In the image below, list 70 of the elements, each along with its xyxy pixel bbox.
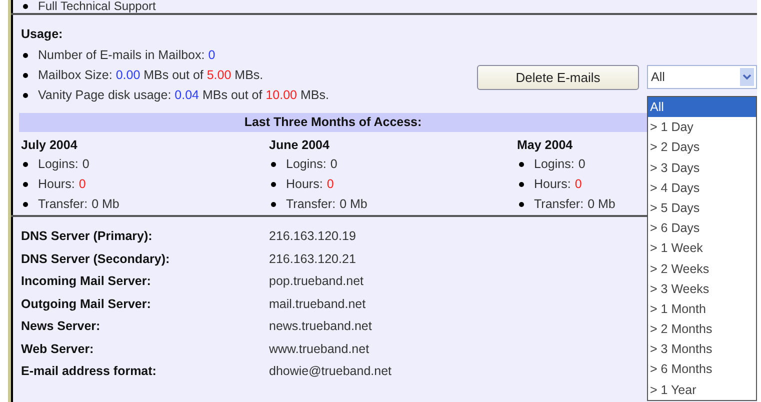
stat-value: 0 Mb [340, 197, 368, 211]
field-label: Incoming Mail Server: [21, 274, 152, 288]
period-dropdown[interactable]: All [647, 65, 757, 89]
usage-item: Mailbox Size: 0.00 MBs out of 5.00 MBs. [38, 68, 264, 82]
stat-value: 0 Mb [588, 197, 616, 211]
bullet-icon [23, 4, 28, 8]
dropdown-option[interactable]: > 1 Week [648, 238, 756, 258]
stat-label: Transfer: [286, 197, 336, 211]
bullet-icon [23, 182, 28, 186]
usage-item: Number of E-mails in Mailbox: 0 [38, 48, 216, 62]
field-label: Web Server: [21, 342, 95, 356]
bullet-icon [271, 182, 276, 186]
stat-label: Hours: [38, 177, 75, 191]
stat-label: Transfer: [38, 197, 88, 211]
stat-label: Logins: [534, 157, 574, 171]
field-label: News Server: [21, 319, 102, 334]
dropdown-option[interactable]: > 2 Weeks [648, 258, 756, 279]
field-value: dhowie@trueband.net [269, 364, 392, 378]
field-value: www.trueband.net [269, 342, 370, 356]
stat-value: 0 [330, 157, 338, 171]
stat-label: Transfer: [534, 197, 584, 211]
stat-value: 0 Mb [92, 197, 120, 211]
dropdown-option[interactable]: > 2 Months [648, 319, 756, 340]
field-label: E-mail address format: [21, 364, 158, 378]
field-label: DNS Server (Primary): [21, 229, 154, 244]
stat-value: 0 [78, 177, 86, 191]
dropdown-option[interactable]: > 6 Days [648, 218, 756, 238]
month-title: July 2004 [21, 137, 78, 154]
dropdown-option[interactable]: > 5 Days [648, 198, 756, 218]
stat-label: Logins: [38, 157, 78, 171]
dropdown-option[interactable]: > 1 Month [648, 298, 756, 320]
section-title: Usage: [21, 27, 64, 41]
dropdown-option[interactable]: > 3 Days [648, 158, 756, 178]
stat-value: 0 [578, 157, 586, 171]
field-label: Outgoing Mail Server: [21, 296, 152, 311]
dropdown-option[interactable]: All [648, 97, 756, 118]
field-value: mail.trueband.net [269, 296, 366, 311]
bullet-icon [519, 182, 524, 186]
field-value: news.trueband.net [269, 319, 372, 334]
stat-label: Hours: [534, 177, 571, 191]
bullet-icon [23, 52, 28, 58]
month-title: May 2004 [517, 137, 573, 154]
field-value: 216.163.120.19 [269, 229, 356, 244]
field-value: pop.trueband.net [269, 274, 364, 288]
dropdown-option[interactable]: > 3 Months [648, 339, 756, 360]
bullet-icon [23, 72, 28, 78]
stat-value: 0 [326, 177, 334, 191]
field-value: 216.163.120.21 [269, 252, 356, 266]
usage-item: Vanity Page disk usage: 0.04 MBs out of 10.00 MBs. [38, 88, 329, 102]
dropdown-option[interactable]: > 3 Weeks [648, 278, 756, 299]
bullet-icon [519, 162, 524, 166]
month-title: June 2004 [269, 137, 330, 154]
stat-label: Hours: [286, 177, 323, 191]
stat-value: 0 [82, 157, 90, 171]
bullet-icon [23, 162, 28, 166]
bullet-icon [519, 202, 524, 206]
stat-value: 0 [574, 177, 582, 191]
stat-label: Logins: [286, 157, 326, 171]
dropdown-option[interactable]: > 2 Days [648, 137, 756, 158]
list-item: Full Technical Support [38, 0, 156, 12]
bullet-icon [271, 162, 276, 166]
dropdown-option[interactable]: > 6 Months [648, 359, 756, 380]
delete-button[interactable]: Delete E-mails [477, 65, 639, 90]
dropdown-option[interactable]: > 4 Days [648, 178, 756, 198]
bullet-icon [271, 202, 276, 206]
field-label: DNS Server (Secondary): [21, 252, 171, 266]
bullet-icon [23, 202, 28, 206]
bullet-icon [23, 92, 28, 98]
caret-icon [740, 68, 754, 86]
dropdown-option[interactable]: > 1 Year [648, 380, 756, 400]
